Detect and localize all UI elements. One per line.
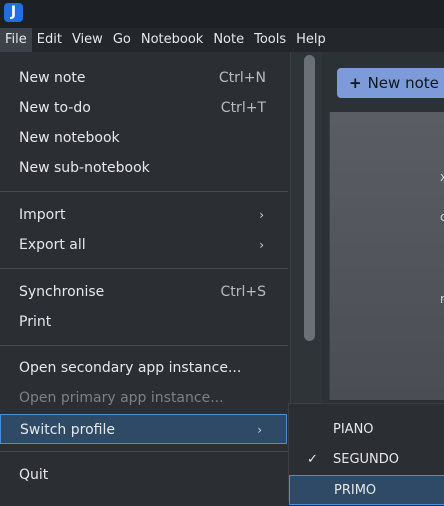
menu-separator <box>0 345 288 346</box>
shortcut-text: Ctrl+T <box>220 100 266 116</box>
menu-item-label: Open primary app instance... <box>19 390 224 406</box>
menu-separator <box>0 191 288 192</box>
menu-item-new-sub-notebook[interactable]: New sub-notebook <box>0 153 288 183</box>
chevron-right-icon: › <box>259 238 264 252</box>
edge-text: r <box>440 292 444 306</box>
app-logo-icon: J <box>4 3 23 22</box>
menu-separator <box>0 451 288 452</box>
menu-edit[interactable]: Edit <box>32 28 67 52</box>
profile-item-segundo[interactable]: ✓ SEGUNDO <box>289 445 444 475</box>
shortcut-text: Ctrl+N <box>218 70 266 86</box>
new-note-button[interactable]: + New note <box>337 68 444 98</box>
menu-item-new-notebook[interactable]: New notebook <box>0 123 288 153</box>
profile-item-piano[interactable]: PIANO <box>289 415 444 445</box>
menu-item-open-secondary-instance[interactable]: Open secondary app instance... <box>0 353 288 383</box>
menu-item-label: Switch profile <box>20 422 115 438</box>
menu-note[interactable]: Note <box>208 28 249 52</box>
menu-item-synchronise[interactable]: Synchronise Ctrl+S <box>0 277 288 307</box>
chevron-right-icon: › <box>259 208 264 222</box>
menu-item-open-primary-instance: Open primary app instance... <box>0 383 288 413</box>
note-preview-card[interactable] <box>329 112 444 400</box>
profile-item-primo[interactable]: PRIMO <box>289 475 444 505</box>
menu-item-label: New sub-notebook <box>19 160 150 176</box>
menu-item-switch-profile[interactable]: Switch profile › <box>0 414 287 444</box>
menu-notebook[interactable]: Notebook <box>136 28 208 52</box>
menu-item-label: Import <box>19 207 66 223</box>
menu-item-label: New to-do <box>19 100 91 116</box>
menu-item-label: Export all <box>19 237 86 253</box>
menu-file[interactable]: File <box>0 28 32 52</box>
profile-label: PIANO <box>333 422 374 437</box>
menu-item-label: Synchronise <box>19 284 105 300</box>
menu-item-import[interactable]: Import › <box>0 200 288 230</box>
menu-help[interactable]: Help <box>291 28 331 52</box>
menu-item-label: Print <box>19 314 52 330</box>
menu-item-quit[interactable]: Quit <box>0 460 288 490</box>
menu-item-new-todo[interactable]: New to-do Ctrl+T <box>0 93 288 123</box>
switch-profile-submenu: PIANO ✓ SEGUNDO PRIMO <box>288 403 444 505</box>
shortcut-text: Ctrl+S <box>220 284 266 300</box>
vertical-scrollbar[interactable] <box>304 55 315 341</box>
menu-item-label: Open secondary app instance... <box>19 360 242 376</box>
edge-text: c <box>440 210 444 224</box>
profile-label: PRIMO <box>334 483 377 498</box>
profile-label: SEGUNDO <box>333 452 400 467</box>
checkmark-icon: ✓ <box>307 452 318 467</box>
menu-item-export-all[interactable]: Export all › <box>0 230 288 260</box>
menu-view[interactable]: View <box>67 28 108 52</box>
menu-item-print[interactable]: Print <box>0 307 288 337</box>
menu-go[interactable]: Go <box>108 28 136 52</box>
menu-separator <box>0 268 288 269</box>
menu-item-label: Quit <box>19 467 49 483</box>
chevron-right-icon: › <box>257 423 262 437</box>
menu-bar: File Edit View Go Notebook Note Tools He… <box>0 28 444 52</box>
new-note-label: New note <box>367 74 439 92</box>
menu-item-new-note[interactable]: New note Ctrl+N <box>0 63 288 93</box>
edge-text: x <box>440 170 444 184</box>
menu-item-label: New notebook <box>19 130 120 146</box>
file-menu-dropdown: New note Ctrl+N New to-do Ctrl+T New not… <box>0 52 291 500</box>
plus-icon: + <box>349 74 362 92</box>
menu-item-label: New note <box>19 70 86 86</box>
title-bar: J <box>0 0 444 28</box>
menu-tools[interactable]: Tools <box>249 28 291 52</box>
